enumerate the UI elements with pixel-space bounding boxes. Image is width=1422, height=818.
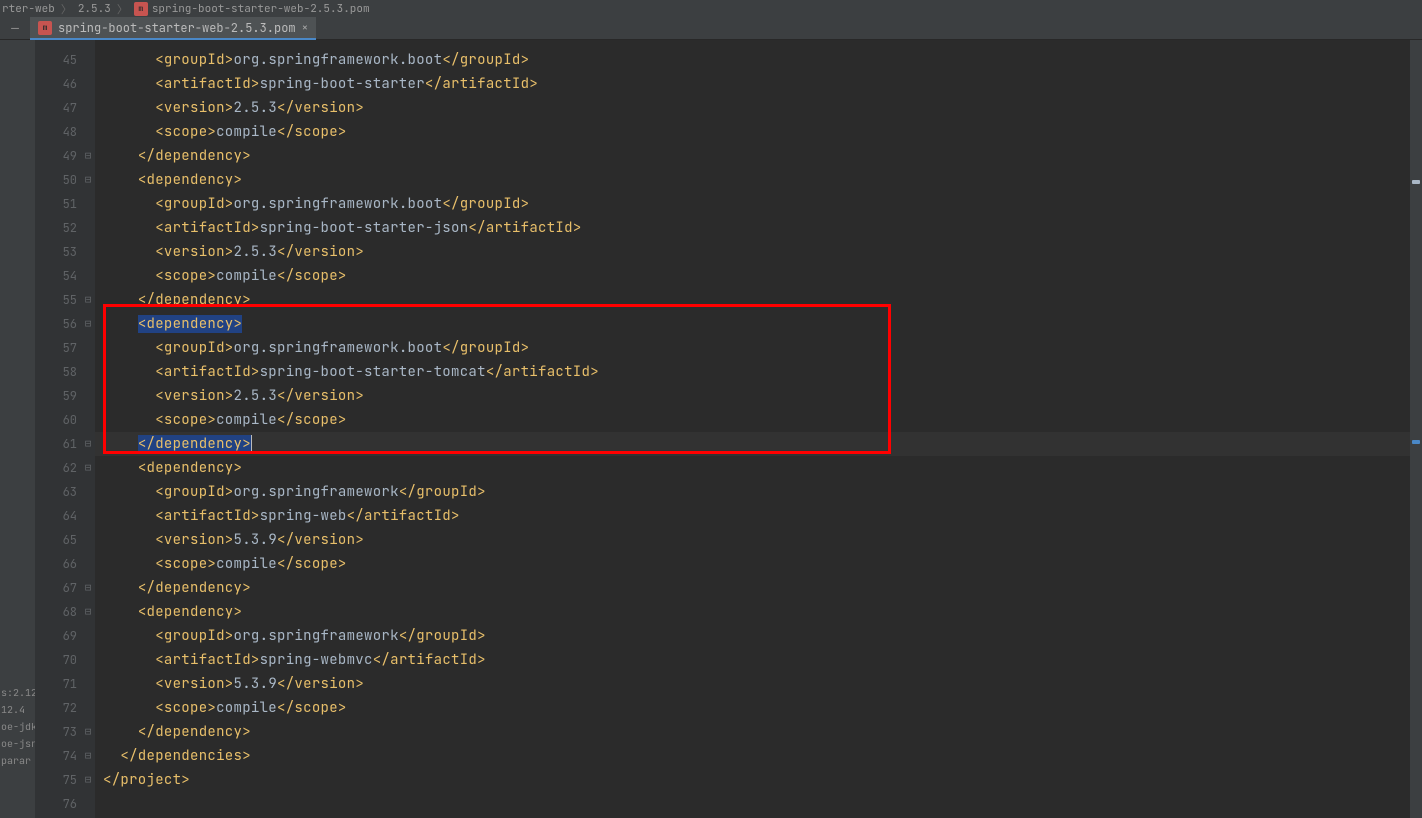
left-toolwindow-strip[interactable]: s:2.1212.4oe-jdkoe-jsrparar xyxy=(0,40,35,818)
code-line[interactable]: <artifactId>spring-boot-starter</artifac… xyxy=(95,72,1410,96)
editor-main: s:2.1212.4oe-jdkoe-jsrparar 454647484950… xyxy=(0,40,1422,818)
tab-minimize-icon[interactable]: — xyxy=(0,17,30,39)
fold-toggle-icon[interactable]: ⊟ xyxy=(81,768,95,792)
code-line[interactable]: <artifactId>spring-boot-starter-tomcat</… xyxy=(95,360,1410,384)
close-icon[interactable]: × xyxy=(302,21,309,35)
scrollbar-strip[interactable] xyxy=(1410,40,1422,818)
code-line[interactable]: <version>2.5.3</version> xyxy=(95,240,1410,264)
file-tab-active[interactable]: m spring-boot-starter-web-2.5.3.pom × xyxy=(30,17,316,39)
editor-tabs: — m spring-boot-starter-web-2.5.3.pom × xyxy=(0,18,1422,40)
fold-toggle-icon[interactable] xyxy=(81,528,95,552)
breadcrumb-item[interactable]: 2.5.3 xyxy=(78,2,111,16)
code-line[interactable]: <artifactId>spring-webmvc</artifactId> xyxy=(95,648,1410,672)
fold-toggle-icon[interactable]: ⊟ xyxy=(81,288,95,312)
code-line[interactable]: <groupId>org.springframework.boot</group… xyxy=(95,336,1410,360)
code-line[interactable]: <scope>compile</scope> xyxy=(95,264,1410,288)
fold-toggle-icon[interactable] xyxy=(81,624,95,648)
code-line[interactable]: <version>5.3.9</version> xyxy=(95,528,1410,552)
fold-toggle-icon[interactable]: ⊟ xyxy=(81,168,95,192)
line-number-gutter[interactable]: 4546474849505152535455565758596061626364… xyxy=(35,40,95,818)
code-line[interactable]: <groupId>org.springframework.boot</group… xyxy=(95,192,1410,216)
maven-file-icon: m xyxy=(38,21,52,35)
fold-toggle-icon[interactable] xyxy=(81,48,95,72)
code-line[interactable]: <scope>compile</scope> xyxy=(95,408,1410,432)
fold-toggle-icon[interactable]: ⊟ xyxy=(81,576,95,600)
code-line[interactable]: <version>2.5.3</version> xyxy=(95,384,1410,408)
code-line[interactable]: </dependency> xyxy=(95,432,1410,456)
fold-toggle-icon[interactable] xyxy=(81,552,95,576)
fold-toggle-icon[interactable] xyxy=(81,792,95,816)
fold-toggle-icon[interactable] xyxy=(81,216,95,240)
fold-toggle-icon[interactable]: ⊟ xyxy=(81,600,95,624)
breadcrumb-item[interactable]: spring-boot-starter-web-2.5.3.pom xyxy=(152,2,370,16)
fold-toggle-icon[interactable] xyxy=(81,192,95,216)
fold-toggle-icon[interactable] xyxy=(81,384,95,408)
fold-toggle-icon[interactable]: ⊟ xyxy=(81,144,95,168)
fold-toggle-icon[interactable]: ⊟ xyxy=(81,720,95,744)
fold-toggle-icon[interactable] xyxy=(81,480,95,504)
fold-toggle-icon[interactable]: ⊟ xyxy=(81,312,95,336)
fold-toggle-icon[interactable]: ⊟ xyxy=(81,432,95,456)
code-line[interactable]: <scope>compile</scope> xyxy=(95,696,1410,720)
code-line[interactable]: <artifactId>spring-web</artifactId> xyxy=(95,504,1410,528)
fold-toggle-icon[interactable] xyxy=(81,120,95,144)
fold-toggle-icon[interactable] xyxy=(81,504,95,528)
fold-toggle-icon[interactable]: ⊟ xyxy=(81,456,95,480)
fold-toggle-icon[interactable] xyxy=(81,72,95,96)
left-strip-item[interactable]: oe-jsr xyxy=(0,735,35,752)
fold-toggle-icon[interactable] xyxy=(81,696,95,720)
code-line[interactable]: </dependency> xyxy=(95,144,1410,168)
left-strip-item[interactable]: parar xyxy=(0,752,35,769)
fold-toggle-icon[interactable] xyxy=(81,336,95,360)
code-line[interactable]: </dependency> xyxy=(95,720,1410,744)
fold-toggle-icon[interactable] xyxy=(81,648,95,672)
code-editor[interactable]: <groupId>org.springframework.boot</group… xyxy=(95,40,1410,818)
code-line[interactable]: <artifactId>spring-boot-starter-json</ar… xyxy=(95,216,1410,240)
fold-toggle-icon[interactable] xyxy=(81,264,95,288)
left-strip-item[interactable]: 12.4 xyxy=(0,701,35,718)
code-line[interactable]: <dependency> xyxy=(95,312,1410,336)
breadcrumb-bar: rter-web 〉 2.5.3 〉 m spring-boot-starter… xyxy=(0,0,1422,18)
fold-toggle-icon[interactable]: ⊟ xyxy=(81,744,95,768)
code-line[interactable]: <scope>compile</scope> xyxy=(95,120,1410,144)
code-line[interactable]: <version>5.3.9</version> xyxy=(95,672,1410,696)
breadcrumb-item[interactable]: rter-web xyxy=(2,2,55,16)
code-line[interactable]: <groupId>org.springframework.boot</group… xyxy=(95,48,1410,72)
maven-file-icon: m xyxy=(134,2,148,16)
breadcrumb-sep: 〉 xyxy=(117,1,128,17)
code-line[interactable]: <scope>compile</scope> xyxy=(95,552,1410,576)
code-line[interactable]: <version>2.5.3</version> xyxy=(95,96,1410,120)
code-line[interactable]: <groupId>org.springframework</groupId> xyxy=(95,480,1410,504)
fold-toggle-icon[interactable] xyxy=(81,672,95,696)
fold-toggle-icon[interactable] xyxy=(81,96,95,120)
code-line[interactable]: </dependencies> xyxy=(95,744,1410,768)
scroll-marker[interactable] xyxy=(1412,180,1420,184)
left-strip-item[interactable]: oe-jdk xyxy=(0,718,35,735)
breadcrumb-sep: 〉 xyxy=(61,1,72,17)
code-line[interactable]: <groupId>org.springframework</groupId> xyxy=(95,624,1410,648)
code-line[interactable]: <dependency> xyxy=(95,600,1410,624)
fold-toggle-icon[interactable] xyxy=(81,408,95,432)
code-line[interactable]: <dependency> xyxy=(95,168,1410,192)
left-strip-item[interactable]: s:2.12 xyxy=(0,684,35,701)
fold-toggle-icon[interactable] xyxy=(81,240,95,264)
scroll-marker[interactable] xyxy=(1412,440,1420,444)
code-line[interactable]: </dependency> xyxy=(95,576,1410,600)
code-line[interactable] xyxy=(95,792,1410,816)
code-line[interactable]: <dependency> xyxy=(95,456,1410,480)
file-tab-label: spring-boot-starter-web-2.5.3.pom xyxy=(58,20,296,36)
fold-toggle-icon[interactable] xyxy=(81,360,95,384)
code-line[interactable]: </project> xyxy=(95,768,1410,792)
code-line[interactable]: </dependency> xyxy=(95,288,1410,312)
